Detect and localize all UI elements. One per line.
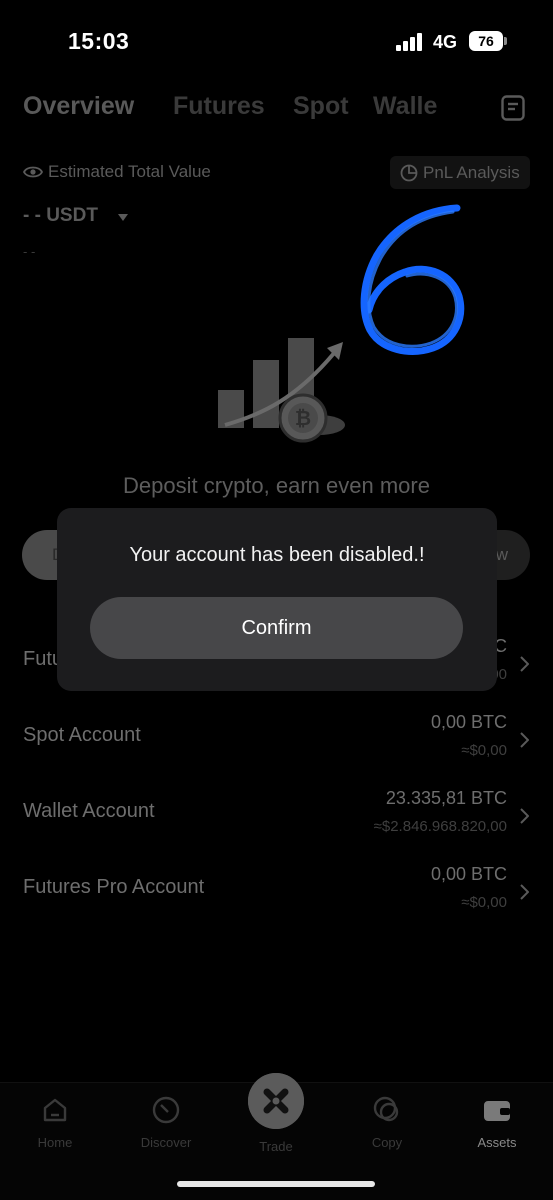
account-btc-balance: 0,00 BTC — [430, 864, 507, 884]
svg-text:₿: ₿ — [295, 406, 311, 430]
home-icon — [43, 1098, 67, 1122]
records-icon[interactable] — [501, 95, 525, 121]
caret-down-icon — [118, 214, 128, 221]
account-row-wallet[interactable]: Wallet Account 23.335,81 BTC ≈$2.846.968… — [0, 778, 553, 854]
chevron-right-icon — [520, 656, 529, 672]
compass-icon — [152, 1096, 180, 1124]
pnl-analysis-label: PnL Analysis — [423, 163, 520, 182]
nav-home[interactable]: Home — [15, 1095, 95, 1150]
account-btc-balance: 23.335,81 BTC — [385, 788, 507, 808]
empty-state-text: Deposit crypto, earn even more — [123, 473, 430, 498]
pnl-analysis-button[interactable]: PnL Analysis — [390, 156, 530, 189]
nav-copy[interactable]: Copy — [347, 1095, 427, 1150]
account-btc-balance: 0,00 BTC — [430, 712, 507, 732]
balance-value: - - USDT — [23, 205, 98, 226]
nav-discover[interactable]: Discover — [126, 1095, 206, 1150]
chevron-right-icon — [520, 808, 529, 824]
nav-discover-label: Discover — [140, 1135, 192, 1150]
account-fiat-balance: ≈$0,00 — [461, 894, 507, 911]
tab-futures[interactable]: Futures — [173, 92, 265, 121]
account-fiat-balance: ≈$2.846.968.820,00 — [373, 818, 507, 835]
growth-illustration-icon: ₿ — [218, 338, 345, 443]
chevron-right-icon — [520, 884, 529, 900]
tab-wallet[interactable]: Walle — [373, 92, 441, 121]
pie-chart-icon — [400, 164, 418, 182]
confirm-button[interactable]: Confirm — [90, 597, 463, 659]
estimated-total-label: Estimated Total Value — [48, 162, 211, 181]
nav-assets-label: Assets — [477, 1135, 517, 1150]
top-tabs: Overview Futures Spot Walle — [0, 88, 553, 132]
wallet-icon — [484, 1101, 510, 1121]
nav-assets[interactable]: Assets — [457, 1095, 537, 1150]
handwritten-six-annotation — [360, 204, 465, 355]
account-name: Wallet Account — [23, 800, 155, 822]
account-row-futures-pro[interactable]: Futures Pro Account 0,00 BTC ≈$0,00 — [0, 854, 553, 930]
tab-overview[interactable]: Overview — [23, 92, 134, 121]
trade-button[interactable] — [248, 1073, 304, 1129]
home-indicator — [177, 1181, 375, 1187]
account-row-spot[interactable]: Spot Account 0,00 BTC ≈$0,00 — [0, 702, 553, 778]
nav-trade-label: Trade — [259, 1139, 293, 1154]
chevron-right-icon — [520, 732, 529, 748]
account-name: Futures Pro Account — [23, 876, 205, 898]
copy-icon — [373, 1096, 399, 1122]
nav-trade[interactable]: Trade — [236, 1073, 316, 1154]
tab-spot[interactable]: Spot — [293, 92, 349, 121]
trade-x-icon — [248, 1073, 304, 1129]
account-disabled-dialog: Your account has been disabled.! Confirm — [57, 508, 497, 691]
nav-copy-label: Copy — [371, 1135, 403, 1150]
eye-icon[interactable] — [23, 164, 43, 180]
account-fiat-balance: ≈$0,00 — [461, 742, 507, 759]
balance-sub-value: - - — [23, 244, 36, 259]
nav-home-label: Home — [37, 1135, 73, 1150]
dialog-message: Your account has been disabled.! — [129, 544, 425, 566]
account-name: Spot Account — [23, 724, 141, 746]
